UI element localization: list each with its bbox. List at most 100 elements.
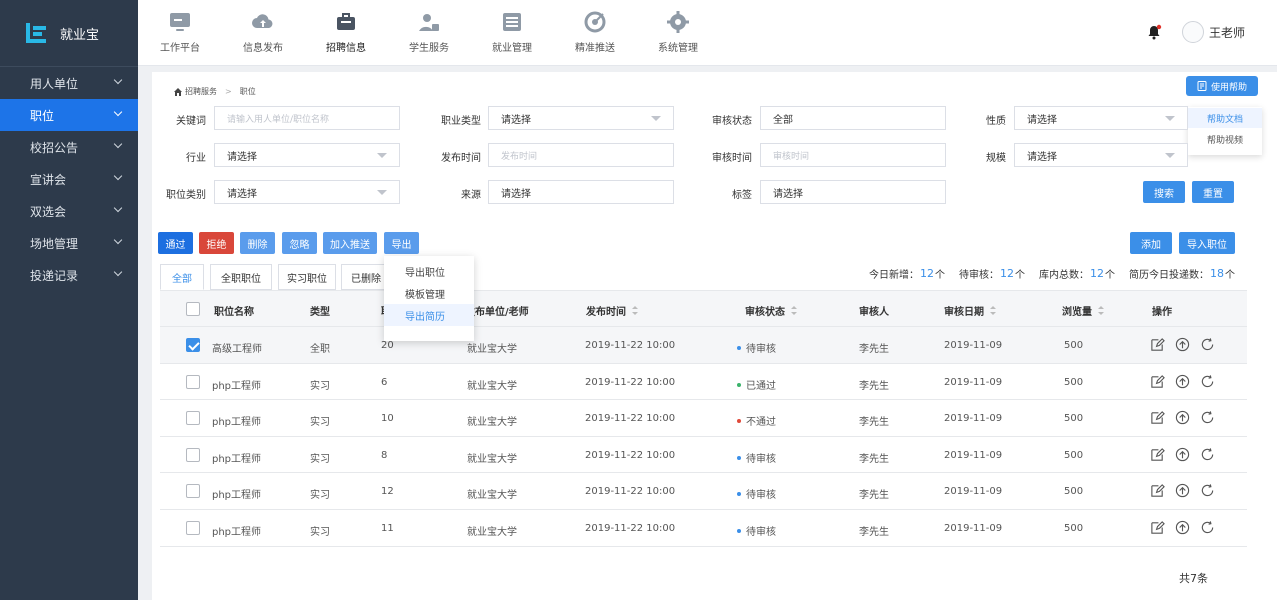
cell-unit: 就业宝大学 xyxy=(467,417,517,429)
stat-resume-today: 18 xyxy=(1210,267,1224,280)
help-docs-item[interactable]: 帮助文档 xyxy=(1188,108,1262,128)
tab-intern[interactable]: 实习职位 xyxy=(278,264,336,290)
job-type-select[interactable]: 请选择 xyxy=(488,106,674,130)
cell-unit: 就业宝大学 xyxy=(467,490,517,502)
col-header: 审核人 xyxy=(859,307,889,318)
sort-icon[interactable] xyxy=(990,306,996,315)
row-checkbox[interactable] xyxy=(186,374,200,389)
row-checkbox[interactable] xyxy=(186,447,200,462)
upload-icon[interactable] xyxy=(1175,447,1190,462)
export-button[interactable]: 导出 xyxy=(384,232,419,254)
col-header[interactable]: 审核状态 xyxy=(745,303,797,318)
sidebar-item-label: 用人单位 xyxy=(30,76,79,91)
upload-icon[interactable] xyxy=(1175,410,1190,425)
col-header[interactable]: 浏览量 xyxy=(1062,303,1104,318)
export-positions-item[interactable]: 导出职位 xyxy=(384,260,474,282)
upload-icon[interactable] xyxy=(1175,483,1190,498)
pass-button[interactable]: 通过 xyxy=(158,232,193,254)
audit-status-select[interactable]: 全部 xyxy=(760,106,946,130)
delete-button[interactable]: 删除 xyxy=(240,232,275,254)
bell-icon[interactable] xyxy=(1146,24,1162,40)
row-checkbox[interactable] xyxy=(186,484,200,499)
briefcase-icon xyxy=(337,13,355,30)
reset-button[interactable]: 重置 xyxy=(1192,181,1234,203)
add-button[interactable]: 添加 xyxy=(1130,232,1172,254)
sidebar-item-venue[interactable]: 场地管理 xyxy=(0,227,138,259)
sort-icon[interactable] xyxy=(791,306,797,315)
nav-employment[interactable]: 就业管理 xyxy=(472,10,552,54)
sort-icon[interactable] xyxy=(632,306,638,315)
breadcrumb-root[interactable]: 招聘服务 xyxy=(185,86,217,97)
edit-icon[interactable] xyxy=(1150,374,1165,389)
sidebar-item-presentation[interactable]: 宣讲会 xyxy=(0,163,138,195)
upload-icon[interactable] xyxy=(1175,374,1190,389)
sidebar-item-delivery[interactable]: 投递记录 xyxy=(0,259,138,291)
sidebar-item-campus-notice[interactable]: 校招公告 xyxy=(0,131,138,163)
col-header[interactable]: 发布时间 xyxy=(586,303,638,318)
cell-type: 实习 xyxy=(310,380,330,392)
nav-recruitment[interactable]: 招聘信息 xyxy=(306,10,386,54)
row-checkbox[interactable] xyxy=(186,338,200,352)
nav-student-service[interactable]: 学生服务 xyxy=(389,10,469,54)
edit-icon[interactable] xyxy=(1150,337,1165,352)
publish-time-input[interactable]: 发布时间 xyxy=(488,143,674,167)
status-dot xyxy=(737,346,741,350)
nature-select[interactable]: 请选择 xyxy=(1014,106,1188,130)
cell-name: php工程师 xyxy=(212,453,262,465)
edit-icon[interactable] xyxy=(1150,520,1165,535)
table-row: php工程师 实习 6 就业宝大学 2019-11-22 10:00 已通过 李先生 2019… xyxy=(160,363,1247,401)
sort-icon[interactable] xyxy=(1098,306,1104,315)
nav-workbench[interactable]: 工作平台 xyxy=(140,10,220,54)
upload-icon[interactable] xyxy=(1175,520,1190,535)
status-text: 待审核 xyxy=(746,453,776,465)
import-position-button[interactable]: 导入职位 xyxy=(1179,232,1235,254)
stats-bar: 今日新增： 12 个 待审核： 12 个 库内总数： 12 个 简历今日投递数： 18 个 xyxy=(869,267,1235,281)
row-actions xyxy=(1150,483,1215,498)
refresh-icon[interactable] xyxy=(1200,520,1215,535)
table-header: 职位名称 类型 职 发布单位/老师 发布时间 审核状态 审核人 审核日期 浏览量… xyxy=(160,290,1247,327)
nav-publish[interactable]: 信息发布 xyxy=(223,10,303,54)
cell-date: 2019-11-09 xyxy=(944,340,1003,351)
search-button[interactable]: 搜索 xyxy=(1143,181,1185,203)
sidebar-item-employer[interactable]: 用人单位 xyxy=(0,67,138,99)
col-header[interactable]: 审核日期 xyxy=(944,303,996,318)
select-all-checkbox[interactable] xyxy=(186,302,200,316)
sidebar-item-label: 双选会 xyxy=(30,204,67,219)
refresh-icon[interactable] xyxy=(1200,337,1215,352)
row-checkbox[interactable] xyxy=(186,411,200,426)
sidebar-item-job-fair[interactable]: 双选会 xyxy=(0,195,138,227)
ignore-button[interactable]: 忽略 xyxy=(282,232,317,254)
upload-icon[interactable] xyxy=(1175,337,1190,352)
nav-push[interactable]: 精准推送 xyxy=(555,10,635,54)
edit-icon[interactable] xyxy=(1150,410,1165,425)
row-checkbox[interactable] xyxy=(186,521,200,535)
sidebar-item-position[interactable]: 职位 xyxy=(0,99,138,131)
source-select[interactable]: 请选择 xyxy=(488,180,674,204)
nav-system[interactable]: 系统管理 xyxy=(638,10,718,54)
tab-all[interactable]: 全部 xyxy=(160,264,204,290)
cell-time: 2019-11-22 10:00 xyxy=(585,449,676,461)
tag-select[interactable]: 请选择 xyxy=(760,180,946,204)
add-push-button[interactable]: 加入推送 xyxy=(323,232,377,254)
job-category-select[interactable]: 请选择 xyxy=(214,180,400,204)
refresh-icon[interactable] xyxy=(1200,483,1215,498)
export-resume-item[interactable]: 导出简历 xyxy=(384,304,474,326)
edit-icon[interactable] xyxy=(1150,483,1165,498)
help-button[interactable]: 使用帮助 xyxy=(1186,76,1258,96)
help-video-item[interactable]: 帮助视频 xyxy=(1188,129,1262,149)
refresh-icon[interactable] xyxy=(1200,374,1215,389)
audit-time-input[interactable]: 审核时间 xyxy=(760,143,946,167)
tab-fulltime[interactable]: 全职职位 xyxy=(210,264,272,290)
keyword-input[interactable]: 请输入用人单位/职位名称 xyxy=(214,106,400,130)
reject-button[interactable]: 拒绝 xyxy=(199,232,234,254)
user-menu[interactable]: 王老师 xyxy=(1182,21,1245,43)
edit-icon[interactable] xyxy=(1150,447,1165,462)
industry-select[interactable]: 请选择 xyxy=(214,143,400,167)
template-manage-item[interactable]: 模板管理 xyxy=(384,282,474,304)
cell-time: 2019-11-22 10:00 xyxy=(585,376,676,388)
scale-select[interactable]: 请选择 xyxy=(1014,143,1188,167)
table-row: 高级工程师 全职 20 就业宝大学 2019-11-22 10:00 待审核 李先生 2019… xyxy=(160,327,1247,364)
refresh-icon[interactable] xyxy=(1200,410,1215,425)
chevron-down-icon xyxy=(377,190,387,195)
refresh-icon[interactable] xyxy=(1200,447,1215,462)
